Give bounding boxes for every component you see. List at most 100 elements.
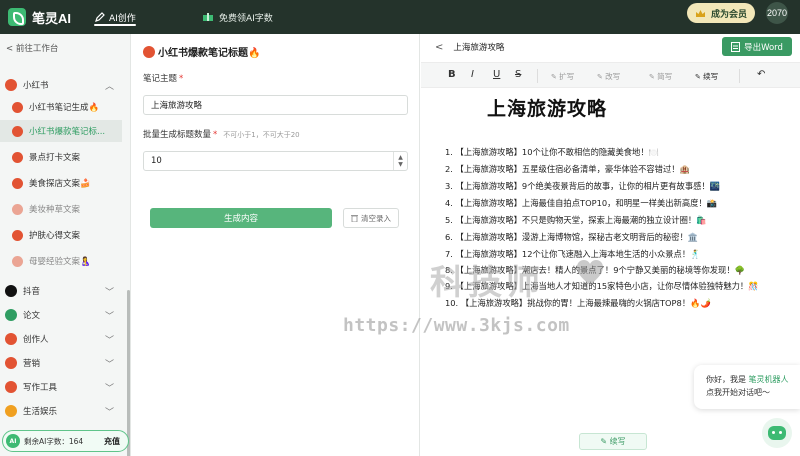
marketing-icon bbox=[5, 357, 17, 369]
top-bar: 笔灵AI AI创作 免费领AI字数 成为会员 2070 bbox=[0, 0, 800, 34]
list-item: 6. 【上海旅游攻略】漫游上海博物馆，探秘古老文明背后的秘密！🏛️ bbox=[445, 232, 699, 242]
count-hint: 不可小于1，不可大于20 bbox=[223, 131, 300, 139]
logo-text: 笔灵AI bbox=[32, 10, 72, 26]
pen-icon: ✎ bbox=[600, 437, 610, 446]
chevron-up-icon: ︿ bbox=[104, 82, 114, 92]
sidebar-item-label: 景点打卡文案 bbox=[29, 153, 81, 163]
sidebar-group-writing-tools[interactable]: 写作工具 ﹀ bbox=[0, 376, 122, 398]
magic-icon: ✎ bbox=[695, 73, 704, 81]
nav-free-label: 免费领AI字数 bbox=[219, 13, 273, 24]
underline-button[interactable]: U bbox=[493, 69, 500, 80]
required-mark: * bbox=[179, 74, 184, 84]
italic-button[interactable]: I bbox=[471, 69, 474, 80]
generate-button[interactable]: 生成内容 bbox=[150, 208, 332, 228]
stepper-up-icon[interactable]: ▲ bbox=[398, 154, 403, 161]
continue-write-bottom-label: 续写 bbox=[609, 437, 626, 446]
chevron-down-icon: ﹀ bbox=[104, 288, 114, 298]
continue-write-bottom-button[interactable]: ✎ 续写 bbox=[579, 433, 647, 450]
export-word-label: 导出Word bbox=[744, 42, 783, 53]
sidebar-item-label: 美妆种草文案 bbox=[29, 205, 81, 215]
topic-label: 笔记主题 * bbox=[143, 72, 183, 84]
expand-button[interactable]: ✎ 扩写 bbox=[551, 71, 574, 82]
nav-ai-label: AI创作 bbox=[109, 13, 136, 24]
list-item: 1. 【上海旅游攻略】10个让你不敢相信的隐藏美食地！🍽️ bbox=[445, 147, 659, 157]
trash-icon bbox=[351, 215, 358, 222]
remaining-credits: 剩余AI字数：164 bbox=[24, 436, 84, 446]
sidebar-scrollbar[interactable] bbox=[127, 290, 130, 456]
xiaohongshu-icon bbox=[12, 151, 23, 163]
sidebar-item-skincare[interactable]: 护肤心得文案 bbox=[0, 224, 122, 246]
sidebar-item-title-gen[interactable]: 小红书爆款笔记标... bbox=[0, 120, 122, 142]
vip-button[interactable]: 成为会员 bbox=[687, 3, 755, 23]
toolbar-divider bbox=[739, 69, 740, 83]
ai-badge-icon: AI bbox=[6, 434, 20, 448]
pen-icon bbox=[95, 12, 105, 22]
expand-label: 扩写 bbox=[559, 72, 575, 81]
xiaohongshu-icon bbox=[143, 45, 155, 58]
editor-toolbar: B I U S ✎ 扩写 ✎ 改写 ✎ 简写 ✎ 续写 ↶ bbox=[421, 62, 800, 88]
recharge-button[interactable]: 充值 bbox=[104, 436, 120, 447]
vip-label: 成为会员 bbox=[710, 9, 747, 20]
heart-icon bbox=[577, 260, 603, 285]
life-icon bbox=[5, 405, 17, 417]
sidebar-group-xiaohongshu[interactable]: 小红书 ︿ bbox=[0, 74, 122, 96]
sidebar-item-parenting[interactable]: 母婴经验文案🤱 bbox=[0, 250, 122, 272]
chatbot-greeting-line1: 你好，我是 笔灵机器人 bbox=[706, 373, 794, 386]
magic-icon: ✎ bbox=[551, 73, 560, 81]
form-panel: 小红书爆款笔记标题🔥 笔记主题 * 上海旅游攻略 批量生成标题数量 * 不可小于1，不… bbox=[131, 34, 420, 456]
nav-free-credits[interactable]: 免费领AI字数 bbox=[202, 0, 273, 34]
clear-input-button[interactable]: 清空录入 bbox=[343, 208, 399, 228]
list-item: 3. 【上海旅游攻略】9个绝美夜景背后的故事，让你的相片更有故事感！🌃 bbox=[445, 181, 721, 191]
crown-icon bbox=[695, 9, 705, 17]
sidebar-group-douyin[interactable]: 抖音 ﹀ bbox=[0, 280, 122, 302]
back-chevron-icon[interactable]: < bbox=[435, 42, 443, 53]
sidebar-item-label: 护肤心得文案 bbox=[29, 231, 81, 241]
export-word-button[interactable]: 导出Word bbox=[722, 37, 792, 56]
paper-icon bbox=[5, 309, 17, 321]
sidebar-item-scenic[interactable]: 景点打卡文案 bbox=[0, 146, 122, 168]
sidebar-item-food[interactable]: 美食探店文案🍰 bbox=[0, 172, 122, 194]
count-input[interactable]: 10 ▲ ▼ bbox=[143, 151, 408, 171]
chevron-down-icon: ﹀ bbox=[104, 384, 114, 394]
sidebar-item-note-gen[interactable]: 小红书笔记生成🔥 bbox=[0, 96, 122, 118]
creator-icon bbox=[5, 333, 17, 345]
quantity-stepper[interactable]: ▲ ▼ bbox=[393, 152, 407, 170]
xiaohongshu-icon bbox=[5, 79, 17, 91]
strikethrough-button[interactable]: S bbox=[515, 69, 521, 80]
chatbot-brand: 笔灵机器人 bbox=[748, 375, 789, 384]
simplify-label: 简写 bbox=[657, 72, 673, 81]
topic-label-text: 笔记主题 bbox=[143, 74, 178, 84]
back-to-workspace-link[interactable]: < 前往工作台 bbox=[6, 42, 58, 54]
sidebar-group-paper[interactable]: 论文 ﹀ bbox=[0, 304, 122, 326]
sidebar-item-label: 美食探店文案🍰 bbox=[29, 179, 91, 189]
sidebar-group-marketing[interactable]: 营销 ﹀ bbox=[0, 352, 122, 374]
sidebar-item-makeup[interactable]: 美妆种草文案 bbox=[0, 198, 122, 220]
xiaohongshu-icon bbox=[12, 255, 23, 267]
topic-input[interactable]: 上海旅游攻略 bbox=[143, 95, 408, 115]
rewrite-button[interactable]: ✎ 改写 bbox=[597, 71, 620, 82]
list-item: 5. 【上海旅游攻略】不只是购物天堂，探索上海最潮的独立设计圈！🛍️ bbox=[445, 215, 707, 225]
document-name: 上海旅游攻略 bbox=[453, 43, 505, 53]
robot-icon bbox=[768, 426, 786, 440]
count-label-text: 批量生成标题数量 bbox=[143, 130, 212, 140]
xiaohongshu-icon bbox=[12, 203, 23, 215]
logo[interactable]: 笔灵AI bbox=[8, 8, 88, 27]
sidebar-group-life[interactable]: 生活娱乐 ﹀ bbox=[0, 400, 122, 422]
chatbot-greeting[interactable]: 你好，我是 笔灵机器人 点我开始对话吧～ bbox=[694, 365, 800, 409]
user-avatar[interactable]: 2070 bbox=[766, 2, 788, 24]
nav-ai-create[interactable]: AI创作 bbox=[94, 0, 136, 34]
magic-icon: ✎ bbox=[649, 73, 658, 81]
sidebar-group-creator[interactable]: 创作人 ﹀ bbox=[0, 328, 122, 350]
chatbot-greeting-prefix: 你好，我是 bbox=[706, 375, 746, 384]
simplify-button[interactable]: ✎ 简写 bbox=[649, 71, 672, 82]
form-title-text: 小红书爆款笔记标题🔥 bbox=[158, 48, 261, 59]
bold-button[interactable]: B bbox=[448, 69, 456, 80]
continue-write-button[interactable]: ✎ 续写 bbox=[695, 71, 718, 82]
stepper-down-icon[interactable]: ▼ bbox=[398, 161, 403, 168]
undo-button[interactable]: ↶ bbox=[757, 69, 765, 80]
chevron-down-icon: ﹀ bbox=[104, 336, 114, 346]
document-icon bbox=[731, 41, 741, 52]
xiaohongshu-icon bbox=[12, 101, 23, 113]
count-label: 批量生成标题数量 * 不可小于1，不可大于20 bbox=[143, 128, 300, 140]
chatbot-avatar[interactable] bbox=[762, 418, 792, 448]
